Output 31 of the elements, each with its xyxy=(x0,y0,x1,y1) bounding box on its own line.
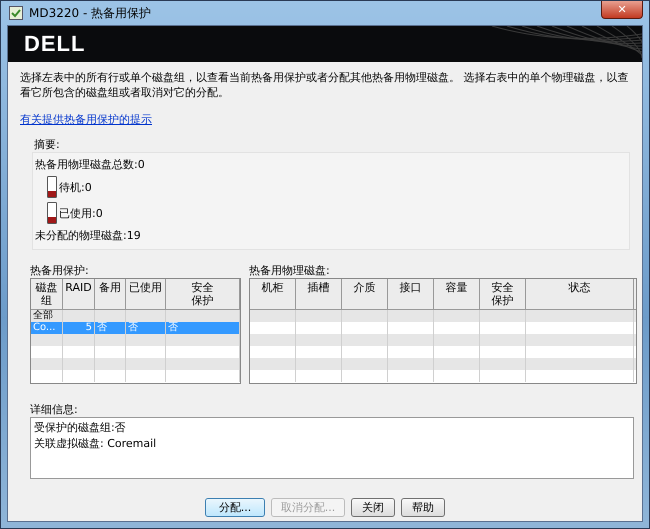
summary-label: 摘要: xyxy=(34,137,61,152)
details-label: 详细信息: xyxy=(30,402,79,417)
column-header[interactable]: 安全保护 xyxy=(166,279,240,309)
total-count: 热备用物理磁盘总数:0 xyxy=(35,157,146,172)
column-header[interactable]: 已使用 xyxy=(126,279,166,309)
column-header[interactable]: RAID xyxy=(63,279,95,309)
column-header[interactable]: 状态 xyxy=(526,279,634,309)
column-header[interactable]: 容量 xyxy=(434,279,480,309)
status-count: 已使用:0 xyxy=(59,206,103,220)
table-title: 热备用物理磁盘: xyxy=(249,264,331,278)
window-title: MD3220 - 热备用保护 xyxy=(29,4,152,22)
detail-line: 受保护的磁盘组:否 xyxy=(34,420,127,436)
detail-line: 关联虚拟磁盘: Coremail xyxy=(34,436,158,452)
column-header[interactable]: 安全保护 xyxy=(480,279,526,309)
column-header[interactable]: 插槽 xyxy=(296,279,342,309)
instructions-text: 选择左表中的所有行或单个磁盘组，以查看当前热备用保护或者分配其他热备用物理磁盘。 选择右表中的单个物理磁盘，以查看它所包含的磁盘组或者取消对它的分配。 xyxy=(20,70,630,100)
dialog-button[interactable]: 分配... xyxy=(205,498,265,517)
column-header[interactable]: 介质 xyxy=(342,279,388,309)
dialog-button[interactable]: 帮助 xyxy=(401,498,445,517)
column-header[interactable]: 机柜 xyxy=(250,279,296,309)
table-title: 热备用保护: xyxy=(30,264,90,278)
status-count: 待机:0 xyxy=(59,180,92,194)
dialog-button[interactable]: 关闭 xyxy=(351,498,395,517)
logo: DELL xyxy=(24,31,86,57)
column-header[interactable]: 接口 xyxy=(388,279,434,309)
column-header[interactable]: 磁盘组 xyxy=(31,279,63,309)
table-row[interactable]: 全部 xyxy=(31,310,240,322)
unassigned-count: 未分配的物理磁盘:19 xyxy=(35,228,142,243)
column-header[interactable]: 备用 xyxy=(95,279,126,309)
help-link[interactable]: 有关提供热备用保护的提示 xyxy=(20,112,152,127)
app-icon xyxy=(9,6,23,20)
